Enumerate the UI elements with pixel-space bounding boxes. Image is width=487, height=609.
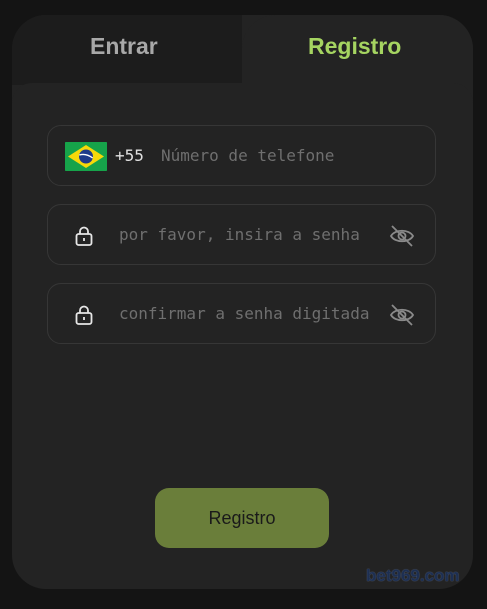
eye-off-icon[interactable] bbox=[388, 302, 416, 328]
password-input[interactable]: por favor, insira a senha bbox=[119, 225, 376, 244]
phone-input[interactable]: Número de telefone bbox=[161, 146, 421, 165]
watermark: bet969.com bbox=[366, 566, 460, 585]
country-code[interactable]: +55 bbox=[115, 146, 144, 165]
eye-off-icon[interactable] bbox=[388, 223, 416, 249]
lock-icon bbox=[75, 226, 93, 246]
form-panel bbox=[12, 83, 473, 103]
register-button[interactable]: Registro bbox=[155, 488, 329, 548]
auth-card: Entrar Registro +55 Número de telefone p… bbox=[12, 15, 473, 589]
tab-register-label[interactable]: Registro bbox=[308, 33, 401, 60]
lock-icon bbox=[75, 305, 93, 325]
confirm-password-input[interactable]: confirmar a senha digitada bbox=[119, 304, 376, 323]
phone-field[interactable]: +55 Número de telefone bbox=[47, 125, 436, 186]
confirm-password-field[interactable]: confirmar a senha digitada bbox=[47, 283, 436, 344]
tab-login-label[interactable]: Entrar bbox=[90, 33, 158, 60]
brazil-flag-icon[interactable] bbox=[65, 142, 107, 171]
password-field[interactable]: por favor, insira a senha bbox=[47, 204, 436, 265]
